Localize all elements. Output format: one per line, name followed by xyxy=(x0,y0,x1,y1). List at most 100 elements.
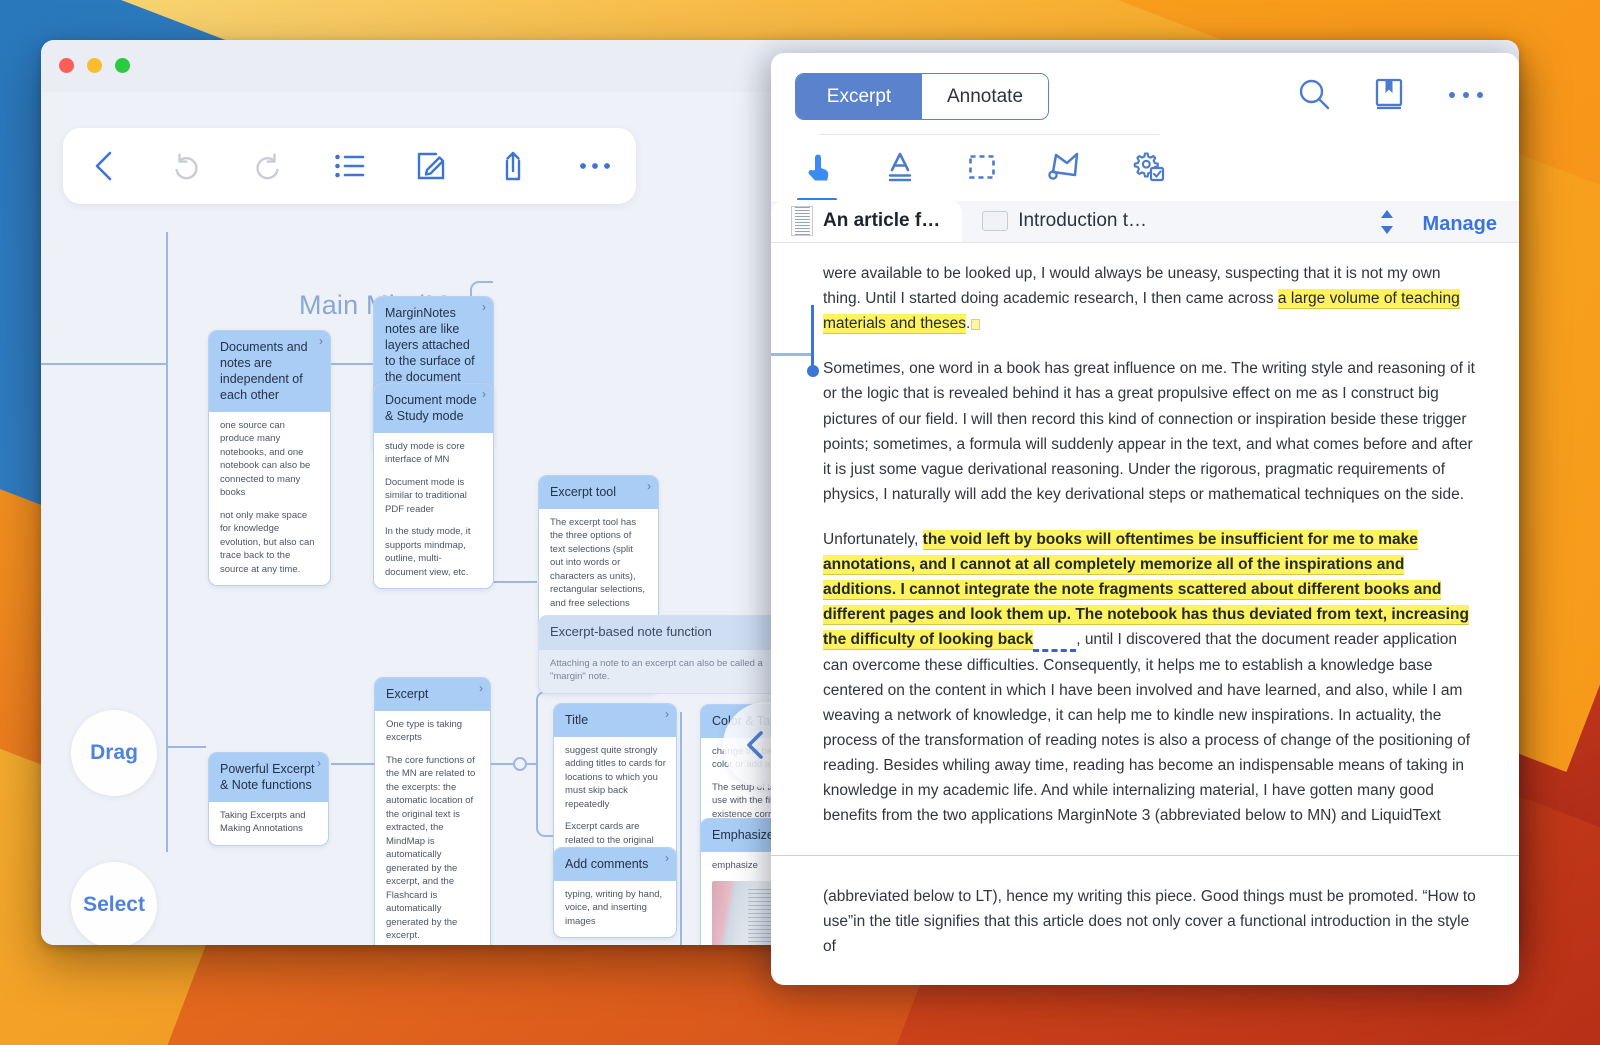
search-icon[interactable] xyxy=(1297,77,1331,116)
bookmark-book-icon[interactable] xyxy=(1373,77,1405,116)
card-title: Excerpt tool xyxy=(539,476,658,509)
document-tab-label: Introduction t… xyxy=(1018,210,1147,232)
card-paragraph: The excerpt tool has the three options o… xyxy=(550,516,648,610)
card-body: study mode is core interface of MN Docum… xyxy=(374,433,493,588)
edit-square-icon xyxy=(416,151,446,181)
card-paragraph: The core functions of the MN are related… xyxy=(386,754,480,943)
reader-panel: Excerpt Annotate xyxy=(771,53,1519,985)
mindmap-card-document-study-mode[interactable]: Document mode & Study mode › study mode … xyxy=(373,383,494,589)
para1-post: . xyxy=(966,315,970,332)
rectangle-dashed-icon xyxy=(965,150,999,184)
tab-annotate[interactable]: Annotate xyxy=(922,74,1048,119)
sort-updown-icon[interactable] xyxy=(1377,207,1397,242)
card-paragraph: typing, writing by hand, voice, and inse… xyxy=(565,888,666,928)
mindmap-card-independent[interactable]: Documents and notes are independent of e… xyxy=(208,330,331,586)
rectangle-select-tool[interactable] xyxy=(965,150,999,201)
text-underline-icon xyxy=(883,150,917,184)
document-paragraph-2: Sometimes, one word in a book has great … xyxy=(823,356,1481,507)
chevron-right-icon[interactable]: › xyxy=(482,301,486,313)
chevron-right-icon[interactable]: › xyxy=(665,852,669,864)
lasso-freehand-icon xyxy=(1047,150,1083,184)
dashed-underline-marker xyxy=(1033,631,1076,652)
tabs-bar-actions: Manage xyxy=(1377,207,1519,242)
document-tab-active[interactable]: An article f… xyxy=(771,200,962,242)
excerpt-link-line xyxy=(771,353,813,356)
document-tabs-bar: An article f… Introduction t… Manage xyxy=(771,201,1519,243)
document-tab-label: An article f… xyxy=(823,210,940,232)
card-title: Document mode & Study mode xyxy=(374,384,493,433)
main-toolbar xyxy=(63,128,636,204)
document-tab-inactive[interactable]: Introduction t… xyxy=(962,200,1169,242)
para3-post: , until I discovered that the document r… xyxy=(823,631,1470,824)
gesture-select-label: Select xyxy=(83,893,145,917)
document-footer-text-area[interactable]: (abbreviated below to LT), hence my writ… xyxy=(771,856,1519,959)
more-button[interactable] xyxy=(554,128,636,204)
card-title: Excerpt xyxy=(375,678,490,711)
freehand-select-tool[interactable] xyxy=(1047,150,1083,201)
document-text-area[interactable]: were available to be looked up, I would … xyxy=(771,243,1519,855)
card-paragraph: study mode is core interface of MN xyxy=(385,440,483,467)
card-body: Attaching a note to an excerpt can also … xyxy=(539,650,807,693)
chevron-left-icon xyxy=(89,149,119,183)
ellipsis-icon[interactable] xyxy=(1447,88,1485,106)
redo-button[interactable] xyxy=(227,128,309,204)
text-underline-tool[interactable] xyxy=(883,150,917,201)
close-window-button[interactable] xyxy=(59,58,74,73)
share-icon xyxy=(499,150,527,182)
card-paragraph: one source can produce many notebooks, a… xyxy=(220,419,320,500)
card-title: Excerpt-based note function xyxy=(539,616,807,650)
mindmap-card-powerful[interactable]: Powerful Excerpt & Note functions › Taki… xyxy=(208,752,329,846)
excerpt-tool-row xyxy=(771,135,1519,201)
document-paragraph-1: were available to be looked up, I would … xyxy=(823,261,1481,336)
mode-segmented-control[interactable]: Excerpt Annotate xyxy=(795,73,1049,120)
card-body: One type is taking excerpts The core fun… xyxy=(375,711,490,945)
gesture-hint-select: Select xyxy=(71,862,157,945)
undo-icon xyxy=(171,151,201,181)
share-button[interactable] xyxy=(472,128,554,204)
mindmap-card-excerpt[interactable]: Excerpt › One type is taking excerpts Th… xyxy=(374,677,491,945)
tab-excerpt[interactable]: Excerpt xyxy=(796,74,922,119)
chevron-right-icon[interactable]: › xyxy=(482,388,486,400)
gesture-drag-label: Drag xyxy=(90,741,138,765)
chevron-right-icon[interactable]: › xyxy=(479,682,483,694)
card-body: typing, writing by hand, voice, and inse… xyxy=(554,881,676,937)
document-thumbnail-icon xyxy=(982,211,1008,231)
minimize-window-button[interactable] xyxy=(87,58,102,73)
chevron-right-icon[interactable]: › xyxy=(647,480,651,492)
chevron-right-icon[interactable]: › xyxy=(319,335,323,347)
mindmap-card-add-comments[interactable]: Add comments › typing, writing by hand, … xyxy=(553,847,677,938)
outline-button[interactable] xyxy=(309,128,391,204)
edit-button[interactable] xyxy=(390,128,472,204)
para3-pre: Unfortunately, xyxy=(823,531,923,548)
mindmap-card-excerpt-note-function[interactable]: Excerpt-based note function Attaching a … xyxy=(538,615,808,694)
card-paragraph: In the study mode, it supports mindmap, … xyxy=(385,525,483,579)
document-thumbnail-icon xyxy=(791,206,813,236)
card-title: Powerful Excerpt & Note functions xyxy=(209,753,328,802)
reader-header: Excerpt Annotate xyxy=(771,53,1519,135)
card-title: MarginNotes notes are like layers attach… xyxy=(374,297,493,394)
gesture-hint-drag: Drag xyxy=(71,710,157,796)
card-body: one source can produce many notebooks, a… xyxy=(209,412,330,585)
card-title: Documents and notes are independent of e… xyxy=(209,331,330,412)
excerpt-selection-handle[interactable] xyxy=(811,305,814,371)
settings-tool[interactable] xyxy=(1131,150,1167,201)
gear-settings-icon xyxy=(1131,150,1167,184)
card-paragraph: One type is taking excerpts xyxy=(386,718,480,745)
back-button[interactable] xyxy=(63,128,145,204)
document-paragraph-3: Unfortunately, the void left by books wi… xyxy=(823,527,1481,828)
finger-select-tool[interactable] xyxy=(801,150,835,201)
card-paragraph: not only make space for knowledge evolut… xyxy=(220,509,320,576)
list-icon xyxy=(334,152,366,180)
document-paragraph-4: (abbreviated below to LT), hence my writ… xyxy=(823,884,1481,959)
zoom-window-button[interactable] xyxy=(115,58,130,73)
undo-button[interactable] xyxy=(145,128,227,204)
chevron-right-icon[interactable]: › xyxy=(317,757,321,769)
note-flag-icon[interactable] xyxy=(971,319,980,330)
reader-header-icons xyxy=(1297,77,1495,116)
card-paragraph: Document mode is similar to traditional … xyxy=(385,476,483,516)
chevron-left-icon[interactable] xyxy=(742,728,768,762)
chevron-right-icon[interactable]: › xyxy=(665,708,669,720)
manage-button[interactable]: Manage xyxy=(1423,213,1497,236)
card-title: Add comments xyxy=(554,848,676,881)
text-fade-overlay xyxy=(771,833,1519,855)
